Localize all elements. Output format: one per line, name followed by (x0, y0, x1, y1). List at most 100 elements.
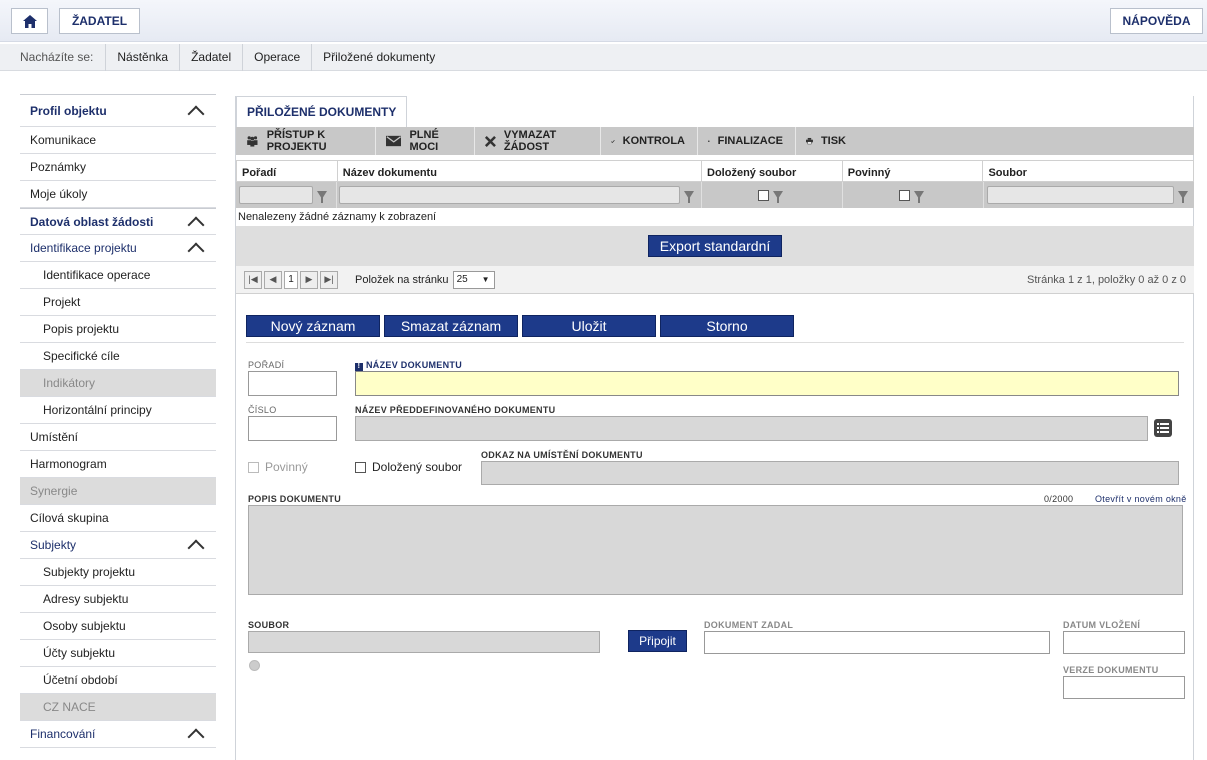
dolozeny-label: Doložený soubor (372, 460, 463, 474)
datum-input (1063, 631, 1185, 654)
filter-soubor-input[interactable] (987, 186, 1174, 204)
nazev-input[interactable] (355, 371, 1179, 396)
home-button[interactable] (11, 8, 48, 34)
sidebar-item-label: Harmonogram (30, 457, 107, 471)
filter-dolozeny-checkbox[interactable] (757, 189, 769, 201)
verze-input (1063, 676, 1185, 699)
sidebar-item-specificke-cile[interactable]: Specifické cíle (20, 343, 216, 370)
delete-record-button[interactable]: Smazat záznam (384, 315, 518, 337)
nazev-label: ! NÁZEV DOKUMENTU (355, 360, 462, 371)
list-icon[interactable] (1154, 419, 1172, 437)
sidebar-item-indikatory: Indikátory (20, 370, 216, 397)
finalizace-button[interactable]: FINALIZACE (698, 127, 796, 155)
help-button[interactable]: NÁPOVĚDA (1110, 8, 1203, 34)
sidebar-item-ukoly[interactable]: Moje úkoly (20, 181, 216, 208)
sidebar-item-subjekty-projektu[interactable]: Subjekty projektu (20, 559, 216, 586)
kontrola-button[interactable]: KONTROLA (601, 127, 698, 155)
sidebar-item-poznamky[interactable]: Poznámky (20, 154, 216, 181)
filter-icon[interactable] (1178, 191, 1188, 203)
chevron-up-icon[interactable] (187, 105, 205, 122)
column-header[interactable]: Soubor (983, 161, 1193, 181)
dolozeny-field: Doložený soubor (355, 460, 462, 474)
filter-icon[interactable] (913, 191, 924, 203)
sidebar-item-financovani[interactable]: Financování (20, 721, 216, 748)
sidebar-item-adresy-subjektu[interactable]: Adresy subjektu (20, 586, 216, 613)
breadcrumb-item[interactable]: Žadatel (180, 43, 244, 71)
column-header[interactable]: Povinný (843, 161, 984, 181)
sidebar-item-label: Subjekty (30, 538, 77, 552)
sidebar-item-label: Adresy subjektu (43, 592, 129, 606)
filter-icon[interactable] (317, 191, 327, 203)
poradi-input[interactable] (248, 371, 337, 396)
sidebar-item-datova-oblast[interactable]: Datová oblast žádosti (20, 208, 216, 235)
sidebar-item-cz-nace: CZ NACE (20, 694, 216, 721)
pristup-k-projektu-button[interactable]: PŘÍSTUP K PROJEKTU (236, 127, 376, 155)
column-header[interactable]: Název dokumentu (338, 161, 703, 181)
plne-moci-button[interactable]: PLNÉ MOCI (376, 127, 475, 155)
filter-icon[interactable] (772, 191, 783, 203)
sidebar-item-ucty-subjektu[interactable]: Účty subjektu (20, 640, 216, 667)
sidebar-item-subjekty[interactable]: Subjekty (20, 532, 216, 559)
zadal-label: DOKUMENT ZADAL (704, 620, 794, 630)
zadal-input (704, 631, 1050, 654)
sidebar-item-label: Profil objektu (30, 103, 107, 118)
cislo-input[interactable] (248, 416, 337, 441)
sidebar-item-label: Datová oblast žádosti (30, 214, 154, 229)
sidebar-item-profil[interactable]: Profil objektu (20, 94, 216, 127)
chevron-up-icon[interactable] (187, 539, 205, 557)
toolbar-label: PLNÉ MOCI (409, 129, 439, 153)
toolbar-label: PŘÍSTUP K PROJEKTU (266, 129, 327, 153)
sidebar-item-label: Identifikace operace (43, 268, 151, 282)
sidebar-item-label: Indikátory (43, 376, 96, 390)
sidebar-item-komunikace[interactable]: Komunikace (20, 127, 216, 154)
sidebar-item-harmonogram[interactable]: Harmonogram (20, 451, 216, 478)
first-page-icon[interactable]: |◀ (244, 270, 262, 289)
sidebar-item-umisteni[interactable]: Umístění (20, 424, 216, 451)
sidebar-item-identifikace-projektu[interactable]: Identifikace projektu (20, 235, 216, 262)
required-icon: ! (355, 363, 363, 371)
filter-poradi-input[interactable] (239, 186, 313, 204)
next-page-icon[interactable]: ▶ (300, 270, 318, 289)
sidebar-item-identifikace-operace[interactable]: Identifikace operace (20, 262, 216, 289)
poradi-label: POŘADÍ (248, 360, 285, 370)
povinny-checkbox (248, 461, 259, 473)
zadatel-button[interactable]: ŽADATEL (59, 8, 140, 34)
breadcrumb-item[interactable]: Operace (243, 43, 313, 71)
sidebar-item-cilova-skupina[interactable]: Cílová skupina (20, 505, 216, 532)
per-page-select[interactable]: 25 ▼ (452, 270, 495, 289)
tisk-button[interactable]: TISK (796, 127, 858, 155)
chevron-up-icon[interactable] (187, 216, 205, 233)
last-page-icon[interactable]: ▶| (320, 270, 338, 289)
attach-button[interactable]: Připojit (628, 630, 687, 652)
tab-prilozene-dokumenty[interactable]: PŘILOŽENÉ DOKUMENTY (236, 96, 408, 127)
column-header[interactable]: Pořadí (237, 161, 338, 181)
new-record-button[interactable]: Nový záznam (246, 315, 380, 337)
save-button[interactable]: Uložit (522, 315, 656, 337)
sidebar-item-label: Poznámky (30, 160, 87, 174)
dolozeny-checkbox[interactable] (355, 461, 366, 473)
chevron-up-icon[interactable] (187, 728, 205, 746)
pager: |◀ ◀ 1 ▶ ▶| Položek na stránku 25 ▼ Strán… (236, 266, 1194, 294)
sidebar-item-projekt[interactable]: Projekt (20, 289, 216, 316)
prev-page-icon[interactable]: ◀ (264, 270, 282, 289)
sidebar-item-popis-projektu[interactable]: Popis projektu (20, 316, 216, 343)
sidebar-item-horizontalni-principy[interactable]: Horizontální principy (20, 397, 216, 424)
breadcrumb-label: Nacházíte se: (0, 43, 107, 71)
filter-icon[interactable] (684, 191, 694, 203)
sidebar-item-osoby-subjektu[interactable]: Osoby subjektu (20, 613, 216, 640)
cancel-button[interactable]: Storno (660, 315, 794, 337)
column-header[interactable]: Doložený soubor (702, 161, 843, 181)
chevron-up-icon[interactable] (187, 242, 205, 260)
sidebar-item-ucetni-obdobi[interactable]: Účetní období (20, 667, 216, 694)
sidebar-item-label: Účetní období (43, 673, 118, 687)
per-page-label: Položek na stránku (355, 273, 449, 286)
filter-nazev-input[interactable] (339, 186, 680, 204)
export-button[interactable]: Export standardní (648, 235, 782, 257)
sidebar-item-label: Cílová skupina (30, 511, 109, 525)
filter-povinny-checkbox[interactable] (898, 189, 910, 201)
breadcrumb-item[interactable]: Nástěnka (106, 43, 181, 71)
page-number[interactable]: 1 (284, 270, 298, 289)
open-new-window-link[interactable]: Otevřít v novém okně (1095, 494, 1187, 504)
vymazat-zadost-button[interactable]: VYMAZAT ŽÁDOST (475, 127, 601, 155)
toolbar-label: FINALIZACE (717, 135, 783, 147)
